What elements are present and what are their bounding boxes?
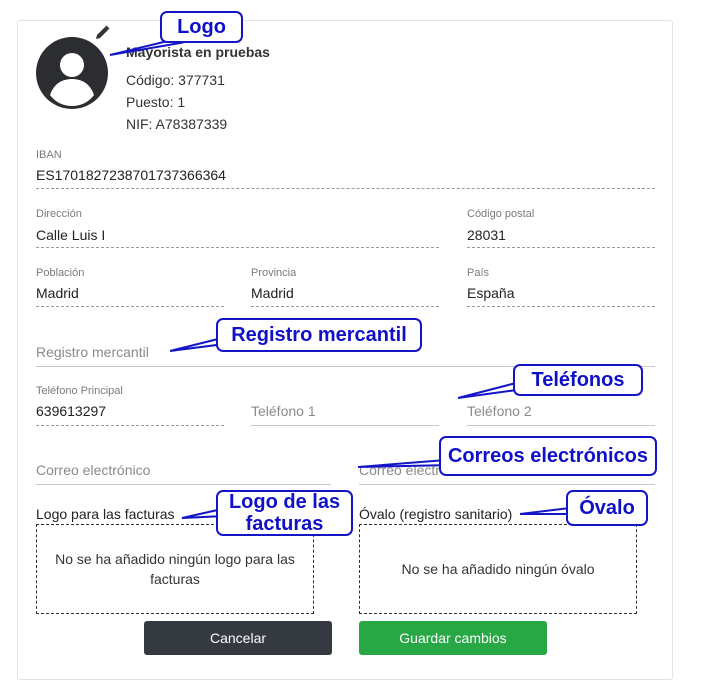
phone-main-field[interactable]: 639613297 bbox=[36, 403, 106, 419]
phone-1-underline bbox=[251, 425, 439, 426]
phone-2-underline bbox=[467, 425, 655, 426]
city-field[interactable]: Madrid bbox=[36, 285, 79, 301]
address-underline bbox=[36, 247, 439, 248]
cancel-button[interactable]: Cancelar bbox=[144, 621, 332, 655]
postal-code-underline bbox=[467, 247, 655, 248]
iban-field[interactable]: ES1701827238701737366364 bbox=[36, 167, 226, 183]
callout-emails: Correos electrónicos bbox=[439, 436, 657, 476]
callout-oval: Óvalo bbox=[566, 490, 648, 526]
invoice-logo-title: Logo para las facturas bbox=[36, 506, 175, 522]
country-label: País bbox=[467, 267, 490, 279]
avatar-user-icon[interactable] bbox=[36, 37, 108, 109]
company-position: Puesto: 1 bbox=[126, 94, 186, 110]
callout-invoice-logo: Logo de las facturas bbox=[216, 490, 353, 536]
oval-empty-text: No se ha añadido ningún óvalo bbox=[401, 561, 595, 577]
company-code: Código: 377731 bbox=[126, 72, 225, 88]
callout-registry: Registro mercantil bbox=[216, 318, 422, 352]
callout-phones: Teléfonos bbox=[513, 364, 643, 396]
city-underline bbox=[36, 306, 224, 307]
mercantile-registry-input[interactable]: Registro mercantil bbox=[36, 344, 149, 360]
country-field[interactable]: España bbox=[467, 285, 514, 301]
save-changes-button[interactable]: Guardar cambios bbox=[359, 621, 547, 655]
email-1-input[interactable]: Correo electrónico bbox=[36, 462, 150, 478]
iban-label: IBAN bbox=[36, 149, 62, 161]
email-1-underline bbox=[36, 484, 331, 485]
province-label: Provincia bbox=[251, 267, 297, 279]
address-field[interactable]: Calle Luis I bbox=[36, 227, 105, 243]
phone-1-input[interactable]: Teléfono 1 bbox=[251, 403, 316, 419]
pencil-icon[interactable] bbox=[93, 24, 111, 42]
address-label: Dirección bbox=[36, 208, 82, 220]
city-label: Población bbox=[36, 267, 85, 279]
iban-underline bbox=[36, 188, 655, 189]
province-underline bbox=[251, 306, 439, 307]
province-field[interactable]: Madrid bbox=[251, 285, 294, 301]
company-name: Mayorista en pruebas bbox=[126, 44, 270, 60]
invoice-logo-empty-text: No se ha añadido ningún logo para las fa… bbox=[55, 551, 295, 587]
postal-code-label: Código postal bbox=[467, 208, 535, 220]
oval-dropzone[interactable]: No se ha añadido ningún óvalo bbox=[359, 524, 637, 614]
phone-main-underline bbox=[36, 425, 224, 426]
postal-code-field[interactable]: 28031 bbox=[467, 227, 506, 243]
phone-main-label: Teléfono Principal bbox=[36, 385, 123, 397]
phone-2-input[interactable]: Teléfono 2 bbox=[467, 403, 532, 419]
callout-logo: Logo bbox=[160, 11, 243, 43]
country-underline bbox=[467, 306, 655, 307]
invoice-logo-dropzone[interactable]: No se ha añadido ningún logo para las fa… bbox=[36, 524, 314, 614]
oval-title: Óvalo (registro sanitario) bbox=[359, 506, 513, 522]
company-nif: NIF: A78387339 bbox=[126, 116, 228, 132]
email-2-underline bbox=[359, 484, 655, 485]
